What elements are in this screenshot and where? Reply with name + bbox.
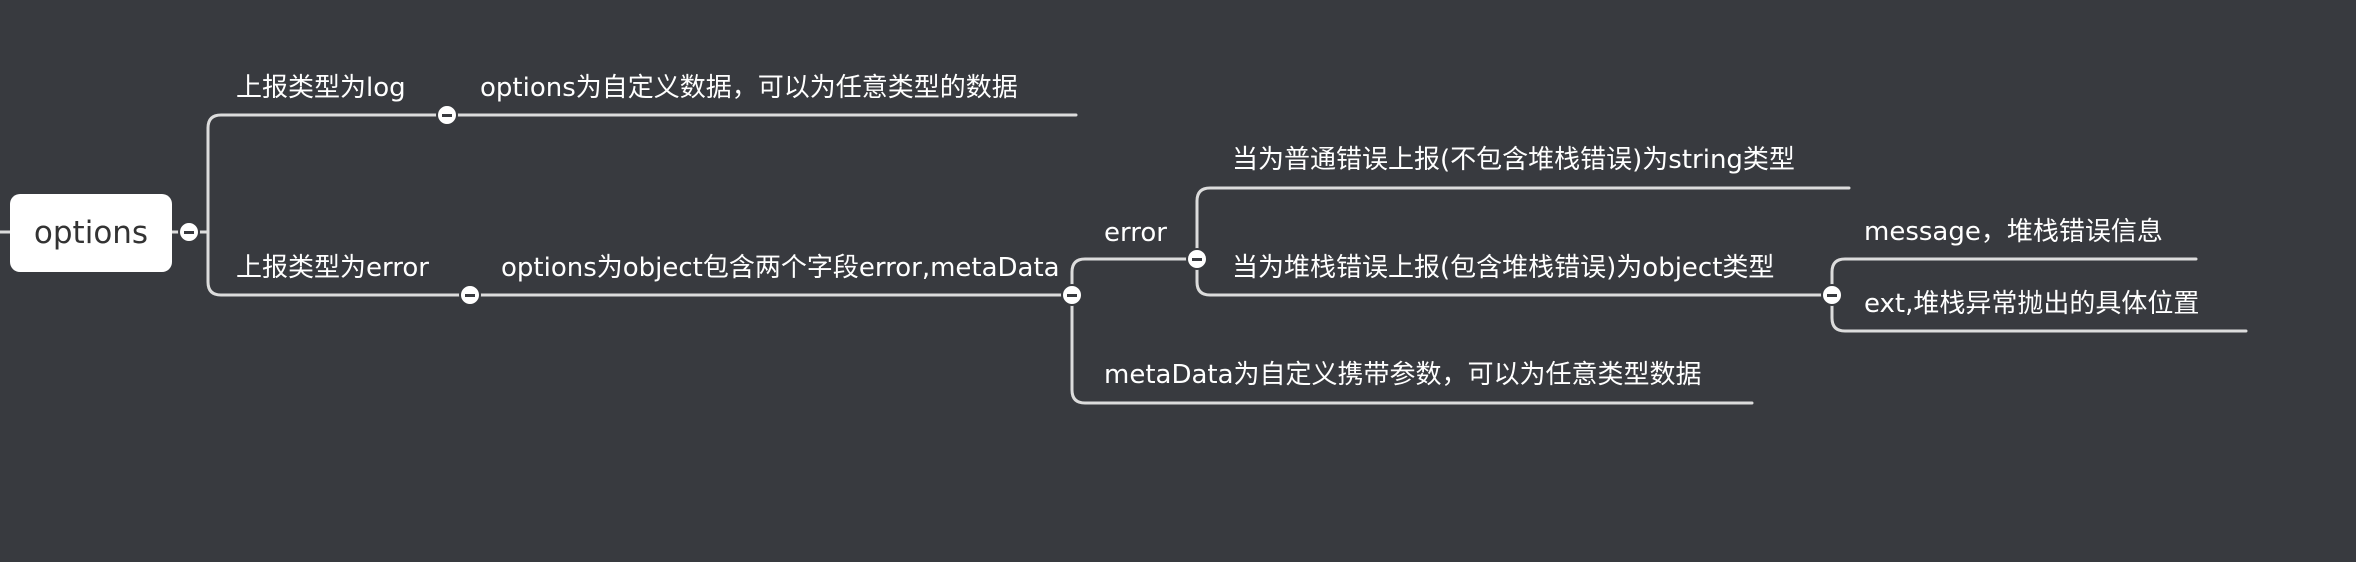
error-field-node[interactable]: error [1104, 215, 1167, 251]
mind-map-canvas: options 上报类型为log 上报类型为error options为自定义数… [0, 0, 2356, 562]
log-branch-line [206, 113, 449, 234]
object-case-collapse-toggle[interactable] [1821, 284, 1843, 306]
log-branch-label[interactable]: 上报类型为log [236, 70, 406, 106]
error-branch-label[interactable]: 上报类型为error [236, 250, 429, 286]
error-options-collapse-toggle[interactable] [1061, 284, 1083, 306]
string-case-node[interactable]: 当为普通错误上报(不包含堆栈错误)为string类型 [1232, 142, 1795, 178]
ext-field-node[interactable]: ext,堆栈异常抛出的具体位置 [1864, 286, 2199, 322]
log-branch-collapse-toggle[interactable] [436, 104, 458, 126]
error-field-collapse-toggle[interactable] [1186, 248, 1208, 270]
log-options-node[interactable]: options为自定义数据，可以为任意类型的数据 [480, 70, 1018, 106]
error-branch-collapse-toggle[interactable] [459, 284, 481, 306]
root-collapse-toggle[interactable] [178, 221, 200, 243]
metadata-field-node[interactable]: metaData为自定义携带参数，可以为任意类型数据 [1104, 357, 1702, 393]
error-options-node[interactable]: options为object包含两个字段error,metaData [501, 250, 1060, 286]
object-case-node[interactable]: 当为堆栈错误上报(包含堆栈错误)为object类型 [1232, 250, 1774, 286]
error-node-line [1070, 257, 1199, 297]
root-node-label: options [33, 215, 149, 251]
string-case-line [1195, 186, 1851, 261]
root-node[interactable]: options [10, 194, 172, 272]
message-field-node[interactable]: message，堆栈错误信息 [1864, 214, 2163, 250]
